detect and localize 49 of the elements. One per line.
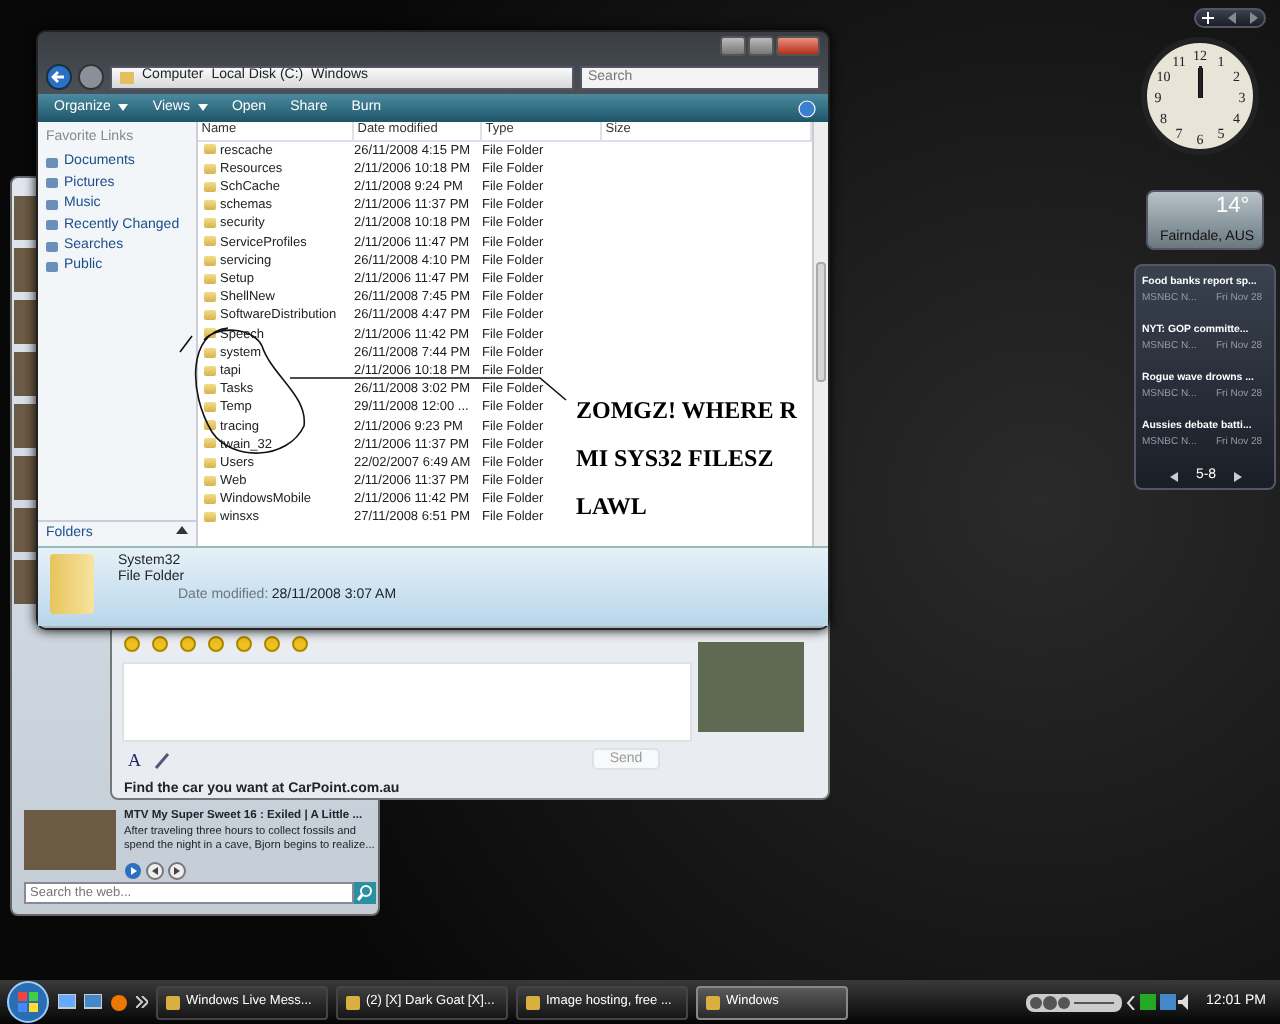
app-icon [166, 995, 180, 1009]
media-controls-drawing[interactable] [1026, 993, 1123, 1011]
help-icon[interactable] [798, 99, 816, 117]
pen-icon[interactable] [152, 752, 172, 770]
chevron-icon[interactable] [136, 996, 148, 1008]
plus-icon[interactable] [1202, 12, 1215, 24]
photo-placeholder [14, 300, 38, 344]
folder-icon [120, 70, 134, 84]
previous-icon[interactable] [1170, 471, 1178, 481]
start-button[interactable] [6, 980, 50, 1024]
photo-placeholder [14, 196, 38, 240]
clock-face [1141, 37, 1259, 155]
caret-icon[interactable] [176, 525, 188, 534]
photo-placeholder [14, 508, 38, 552]
caret-icon [197, 103, 208, 112]
font-button[interactable]: A [128, 750, 141, 770]
forward-icon[interactable] [78, 64, 104, 90]
message-input-field[interactable] [122, 662, 692, 742]
search-icon[interactable] [354, 882, 376, 904]
app-icon [526, 995, 540, 1009]
folder-icon [50, 554, 94, 614]
photo-placeholder [698, 642, 804, 732]
network-icon[interactable] [1159, 994, 1176, 1010]
back-icon[interactable] [46, 64, 72, 90]
app-icon [706, 995, 720, 1009]
chevron-icon[interactable] [1126, 995, 1137, 1009]
window-icon[interactable] [84, 994, 102, 1010]
annotation-text: ZOMGZ! WHERE R MI SYS32 FILESZ LAWL [576, 394, 799, 524]
messenger-icon[interactable] [1139, 994, 1156, 1010]
previous-icon[interactable] [1227, 12, 1236, 24]
photo-placeholder [14, 456, 38, 500]
desktop-icon[interactable] [58, 994, 76, 1010]
browser-icon[interactable] [110, 993, 128, 1011]
clock-hands [1198, 66, 1203, 98]
photo-placeholder [14, 404, 38, 448]
next-icon[interactable] [1234, 471, 1242, 481]
next-icon[interactable] [1249, 12, 1258, 24]
app-icon [346, 995, 360, 1009]
caret-icon [118, 103, 129, 112]
scrollbar[interactable] [812, 122, 828, 546]
maximize-button[interactable] [748, 36, 774, 56]
temperature: 14° [1216, 194, 1250, 221]
close-button[interactable] [776, 36, 820, 56]
photo-placeholder [24, 810, 116, 870]
photo-placeholder [14, 248, 38, 292]
photo-placeholder [14, 560, 38, 604]
play-icon[interactable] [124, 862, 142, 880]
photo-placeholder [14, 352, 38, 396]
minimize-button[interactable] [720, 36, 746, 56]
